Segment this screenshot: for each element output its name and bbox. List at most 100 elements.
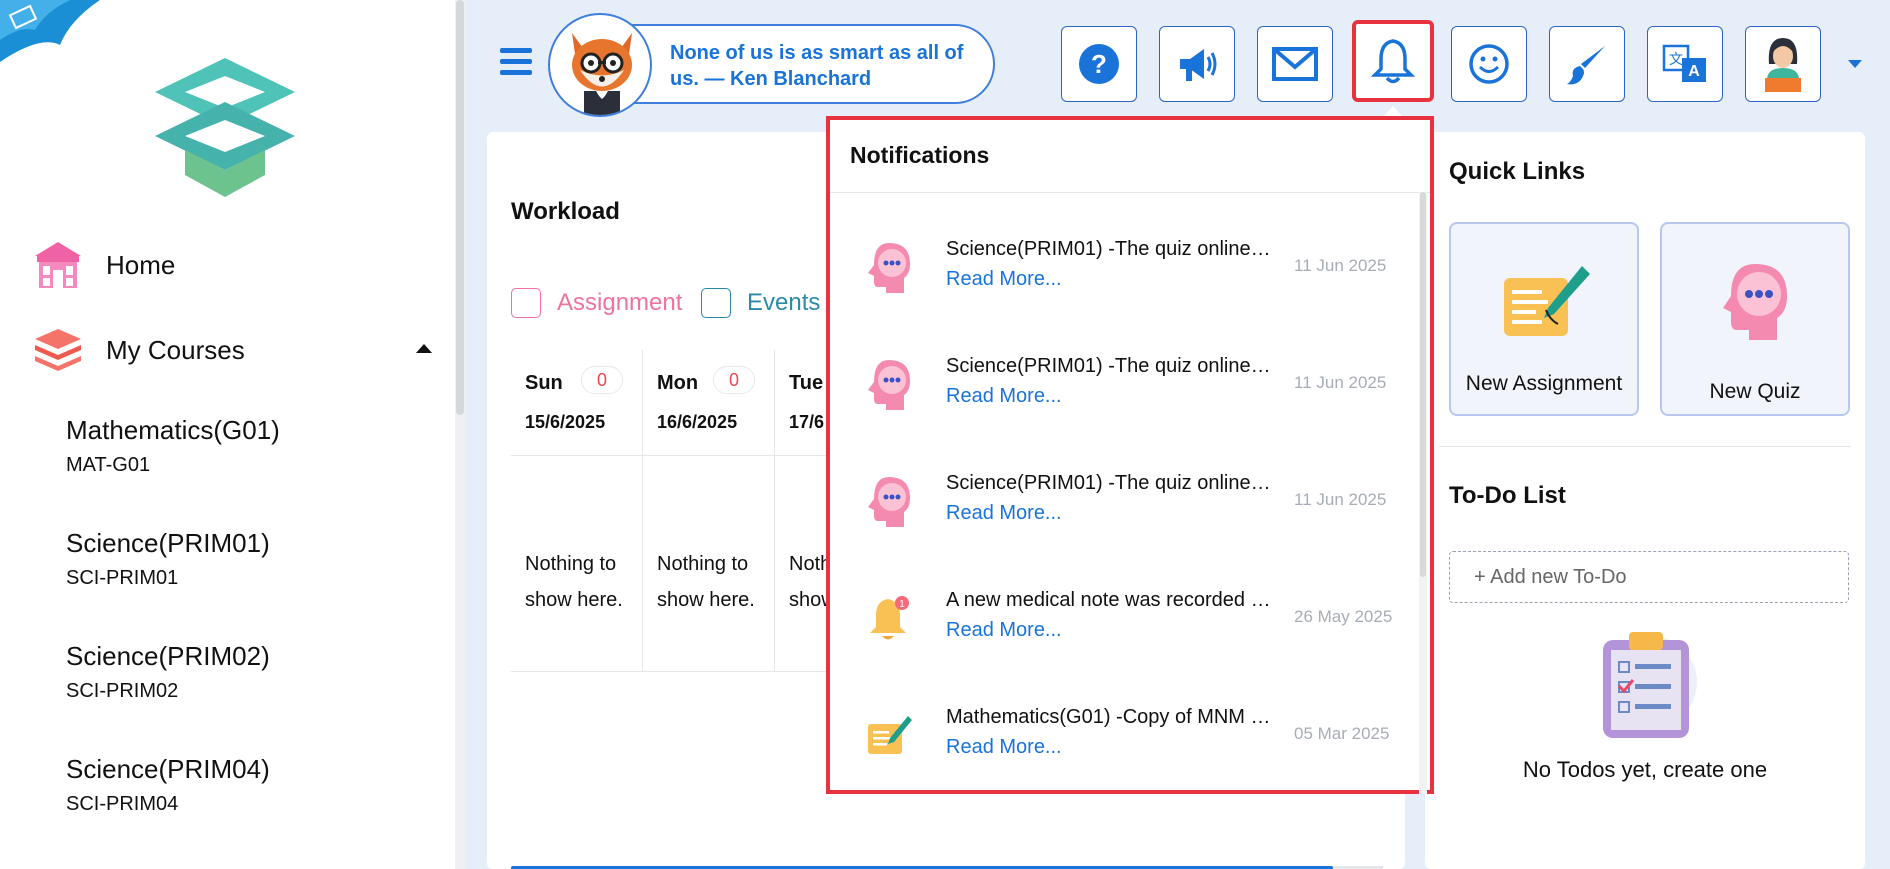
- read-more-link[interactable]: Read More...: [946, 385, 1062, 408]
- notification-text: Science(PRIM01) -The quiz online test ha…: [946, 238, 1276, 260]
- quiz-head-icon: [1723, 264, 1787, 340]
- notification-item[interactable]: 1 A new medical note was recorded for yo…: [830, 557, 1415, 674]
- notification-text: Science(PRIM01) -The quiz online test ha…: [946, 355, 1276, 377]
- course-name: Science(PRIM01): [66, 528, 270, 558]
- calendar-day-name: Mon: [657, 372, 699, 394]
- right-panel: Quick Links New Assignment New Quiz To-D…: [1425, 132, 1865, 869]
- profile-caret-icon[interactable]: [1848, 60, 1862, 68]
- quiz-head-icon: [868, 477, 910, 527]
- read-more-link[interactable]: Read More...: [946, 268, 1062, 291]
- notifications-title: Notifications: [850, 142, 990, 168]
- paintbrush-icon: [1567, 46, 1605, 85]
- calendar-day-name: Sun: [525, 372, 563, 394]
- notification-item[interactable]: Science(PRIM01) -The quiz online test ha…: [830, 206, 1415, 323]
- calendar-day-date: 16/6/2025: [657, 412, 738, 432]
- notification-item[interactable]: Mathematics(G01) -Copy of MNM assignment…: [830, 674, 1415, 791]
- teacher-avatar-icon: [1765, 38, 1801, 92]
- notifications-dropdown: Notifications Science(PRIM01) -The quiz …: [826, 116, 1434, 794]
- nav-my-courses[interactable]: My Courses: [30, 322, 245, 378]
- quiz-head-icon: [868, 243, 910, 293]
- legend-assignment[interactable]: Assignment: [511, 288, 682, 318]
- course-item[interactable]: Science(PRIM02) SCI-PRIM02: [66, 641, 270, 703]
- translate-icon: 文 A: [1662, 44, 1706, 82]
- read-more-link[interactable]: Read More...: [946, 736, 1062, 759]
- course-item[interactable]: Science(PRIM01) SCI-PRIM01: [66, 528, 270, 590]
- translate-button[interactable]: 文 A: [1647, 26, 1723, 102]
- feedback-button[interactable]: [1451, 26, 1527, 102]
- notification-date: 11 Jun 2025: [1294, 373, 1387, 392]
- course-name: Mathematics(G01): [66, 415, 280, 445]
- help-icon: ?: [1079, 44, 1119, 84]
- workload-title: Workload: [511, 198, 620, 225]
- legend-events[interactable]: Events: [701, 288, 820, 318]
- nav-home-label: Home: [106, 249, 176, 280]
- course-code: SCI-PRIM04: [66, 793, 179, 815]
- notification-text: A new medical note was recorded for your…: [946, 589, 1276, 611]
- notification-item[interactable]: Science(PRIM01) -The quiz online test ha…: [830, 440, 1415, 557]
- todo-input[interactable]: [1449, 551, 1849, 603]
- notification-item[interactable]: Science(PRIM01) -The quiz online test ha…: [830, 323, 1415, 440]
- smiley-icon: [1469, 44, 1509, 84]
- svg-text:文: 文: [1669, 52, 1683, 68]
- course-name: Science(PRIM02): [66, 641, 270, 671]
- nav-home[interactable]: Home: [30, 237, 175, 293]
- fox-mascot-icon[interactable]: [548, 13, 652, 117]
- assignment-pen-icon: [1504, 266, 1590, 336]
- sidebar-scrollbar[interactable]: [455, 0, 465, 869]
- profile-button[interactable]: [1745, 26, 1821, 102]
- mail-icon: [1272, 47, 1318, 81]
- legend-events-label: Events: [747, 289, 821, 316]
- megaphone-icon: [1180, 49, 1217, 81]
- sidebar: Home My Courses Mathematics(G01) MAT-G01…: [0, 0, 455, 869]
- section-divider: [1439, 446, 1851, 447]
- dropdown-pointer: [1384, 106, 1402, 116]
- calendar-day-date: 15/6/2025: [525, 412, 606, 432]
- calendar-day-name: Tue: [789, 372, 824, 394]
- new-quiz-label: New Quiz: [1709, 380, 1801, 403]
- course-code: SCI-PRIM02: [66, 680, 179, 702]
- notification-date: 11 Jun 2025: [1294, 490, 1387, 509]
- nav-my-courses-label: My Courses: [106, 334, 245, 365]
- bell-alert-icon: 1: [870, 596, 909, 640]
- new-quiz-button[interactable]: New Quiz: [1660, 222, 1850, 416]
- todo-empty-text: No Todos yet, create one: [1522, 757, 1768, 782]
- school-building-icon: [30, 237, 86, 293]
- calendar-day-header: Mon 0 16/6/2025: [643, 350, 775, 456]
- course-item[interactable]: Mathematics(G01) MAT-G01: [66, 415, 280, 477]
- svg-text:?: ?: [1091, 49, 1107, 79]
- todo-title: To-Do List: [1449, 482, 1566, 509]
- legend-assignment-checkbox[interactable]: [511, 288, 541, 318]
- notifications-scrollbar-thumb[interactable]: [1420, 192, 1426, 577]
- calendar-day-header: Sun 0 15/6/2025: [511, 350, 643, 456]
- help-button[interactable]: ?: [1061, 26, 1137, 102]
- bell-icon: [1371, 39, 1415, 84]
- notification-text: Mathematics(G01) -Copy of MNM assignment…: [946, 706, 1276, 728]
- notification-date: 26 May 2025: [1294, 607, 1393, 626]
- calendar-day-cell: Nothing to show here.: [511, 456, 643, 672]
- sidebar-scrollbar-thumb[interactable]: [456, 0, 464, 415]
- menu-toggle-icon[interactable]: [500, 48, 532, 76]
- clipboard-checklist-icon: [1603, 632, 1697, 738]
- calendar-grid: Sun 0 15/6/2025 Mon 0 16/6/2025 Tue 17/6…: [511, 350, 841, 672]
- school-logo-icon: [155, 58, 295, 197]
- notifications-scrollbar[interactable]: [1419, 192, 1427, 794]
- read-more-link[interactable]: Read More...: [946, 502, 1062, 525]
- new-assignment-label: New Assignment: [1465, 372, 1623, 395]
- calendar-empty-text: Nothing to show here.: [525, 553, 623, 611]
- messages-button[interactable]: [1257, 26, 1333, 102]
- announcements-button[interactable]: [1159, 26, 1235, 102]
- read-more-link[interactable]: Read More...: [946, 619, 1062, 642]
- theme-button[interactable]: [1549, 26, 1625, 102]
- course-name: Science(PRIM04): [66, 754, 270, 784]
- notifications-divider: [830, 192, 1430, 193]
- course-item[interactable]: Science(PRIM04) SCI-PRIM04: [66, 754, 270, 816]
- assignment-pen-icon: [868, 716, 912, 754]
- notification-date: 05 Mar 2025: [1294, 724, 1390, 743]
- corner-flag-icon: [0, 0, 100, 62]
- svg-text:A: A: [1688, 63, 1700, 80]
- notifications-button[interactable]: [1352, 20, 1434, 102]
- legend-events-checkbox[interactable]: [701, 288, 731, 318]
- collapse-caret-icon[interactable]: [416, 344, 432, 353]
- new-assignment-button[interactable]: New Assignment: [1449, 222, 1639, 416]
- calendar-day-cell: Nothing to show here.: [643, 456, 775, 672]
